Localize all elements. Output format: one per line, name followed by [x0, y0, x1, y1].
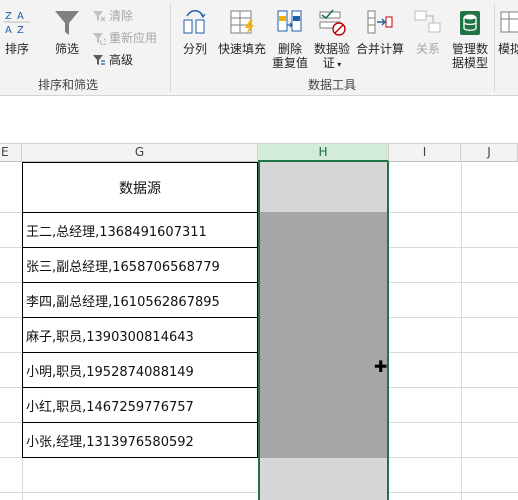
what-if-analysis-icon	[500, 11, 518, 33]
relationships-icon	[414, 10, 441, 33]
data-validation-button[interactable]: 数据验 证 ▾	[312, 8, 352, 72]
table-row[interactable]: 麻子,职员,1390300814643	[22, 318, 258, 353]
table-row[interactable]: 王二,总经理,1368491607311	[22, 213, 258, 248]
table-row-text: 麻子,职员,1390300814643	[26, 329, 194, 345]
selection-highlight	[260, 212, 387, 458]
sort-button[interactable]: Z A A Z 排序	[2, 8, 32, 56]
advanced-filter-label: 高级	[109, 53, 134, 67]
column-header-g-label: G	[134, 145, 145, 159]
table-row-text: 小明,职员,1952874088149	[26, 364, 194, 380]
reapply-label: 重新应用	[109, 31, 158, 45]
sort-label: 排序	[4, 42, 29, 56]
filter-funnel-icon	[55, 11, 79, 35]
column-header-j[interactable]: J	[461, 144, 518, 162]
table-header-label: 数据源	[119, 180, 161, 197]
filter-button[interactable]: 筛选	[50, 8, 84, 56]
svg-text:A: A	[17, 11, 24, 22]
table-row[interactable]: 张三,副总经理,1658706568779	[22, 248, 258, 283]
flash-fill-icon	[230, 10, 254, 35]
svg-text:Z: Z	[17, 25, 24, 36]
column-header-i[interactable]: I	[389, 144, 461, 162]
dropdown-arrow-icon: ▾	[334, 60, 342, 69]
consolidate-label: 合并计算	[355, 42, 404, 56]
table-row[interactable]: 李四,副总经理,1610562867895	[22, 283, 258, 318]
table-row[interactable]: 小张,经理,1313976580592	[22, 423, 258, 458]
data-validation-label-2-text: 证	[322, 56, 335, 70]
text-to-columns-label: 分列	[182, 42, 207, 56]
column-header-g[interactable]: G	[22, 144, 258, 162]
ribbon: Z A A Z 排序 筛选 清除 重新应用 高级 排序和筛选 分列 快速填充 删…	[0, 0, 518, 96]
column-header-e-label: E	[1, 145, 9, 159]
manage-data-model-icon	[460, 11, 480, 35]
sort-icon: Z A A Z	[4, 11, 30, 36]
table-row-text: 王二,总经理,1368491607311	[26, 224, 207, 240]
group-separator	[494, 4, 495, 92]
reapply-button[interactable]: 重新应用	[92, 30, 157, 46]
data-tools-group-label: 数据工具	[308, 78, 357, 92]
what-if-analysis-button[interactable]: 模拟	[498, 8, 518, 56]
table-row-text: 小红,职员,1467259776757	[26, 399, 194, 415]
table-row-text: 李四,副总经理,1610562867895	[26, 294, 220, 310]
remove-duplicates-button[interactable]: 删除 重复值	[270, 8, 310, 70]
formula-area	[0, 96, 518, 144]
clear-filter-icon	[93, 11, 106, 22]
data-validation-label-1: 数据验	[313, 42, 350, 56]
filter-label: 筛选	[54, 42, 79, 56]
remove-duplicates-label-1: 删除	[277, 42, 302, 56]
column-header-h[interactable]: H	[258, 144, 389, 162]
column-header-h-label: H	[318, 145, 328, 159]
text-to-columns-button[interactable]: 分列	[180, 8, 210, 56]
flash-fill-button[interactable]: 快速填充	[216, 8, 268, 56]
manage-data-model-label-2: 据模型	[451, 56, 488, 70]
svg-text:A: A	[5, 25, 12, 36]
clear-filter-button[interactable]: 清除	[92, 8, 133, 24]
advanced-filter-icon	[93, 55, 105, 65]
clear-filter-label: 清除	[109, 9, 134, 23]
remove-duplicates-label-2: 重复值	[271, 56, 308, 70]
relationships-label: 关系	[415, 42, 440, 56]
table-header-cell[interactable]: 数据源	[22, 162, 258, 213]
remove-duplicates-icon	[277, 10, 302, 32]
column-header-e[interactable]: E	[0, 144, 22, 162]
selected-column-h[interactable]	[258, 162, 389, 500]
relationships-button[interactable]: 关系	[410, 8, 446, 56]
cell-select-cursor-icon: ✚	[374, 357, 388, 376]
text-to-columns-icon	[183, 10, 206, 34]
table-row[interactable]: 小红,职员,1467259776757	[22, 388, 258, 423]
table-row-text: 小张,经理,1313976580592	[26, 434, 194, 450]
table-row-text: 张三,副总经理,1658706568779	[26, 259, 220, 275]
data-validation-icon	[319, 9, 346, 36]
sort-filter-group-label: 排序和筛选	[38, 78, 99, 92]
consolidate-button[interactable]: 合并计算	[354, 8, 406, 56]
advanced-filter-button[interactable]: 高级	[92, 52, 133, 68]
reapply-icon	[93, 33, 106, 45]
what-if-analysis-label: 模拟	[498, 42, 518, 56]
data-validation-label-2: 证 ▾	[312, 56, 352, 72]
column-header-j-label: J	[487, 145, 491, 159]
column-header-i-label: I	[422, 145, 427, 159]
consolidate-icon	[367, 10, 393, 34]
flash-fill-label: 快速填充	[217, 42, 266, 56]
group-separator	[170, 4, 171, 92]
manage-data-model-label-1: 管理数	[451, 42, 488, 56]
svg-text:Z: Z	[5, 11, 12, 22]
table-row[interactable]: 小明,职员,1952874088149	[22, 353, 258, 388]
manage-data-model-button[interactable]: 管理数 据模型	[448, 8, 492, 70]
